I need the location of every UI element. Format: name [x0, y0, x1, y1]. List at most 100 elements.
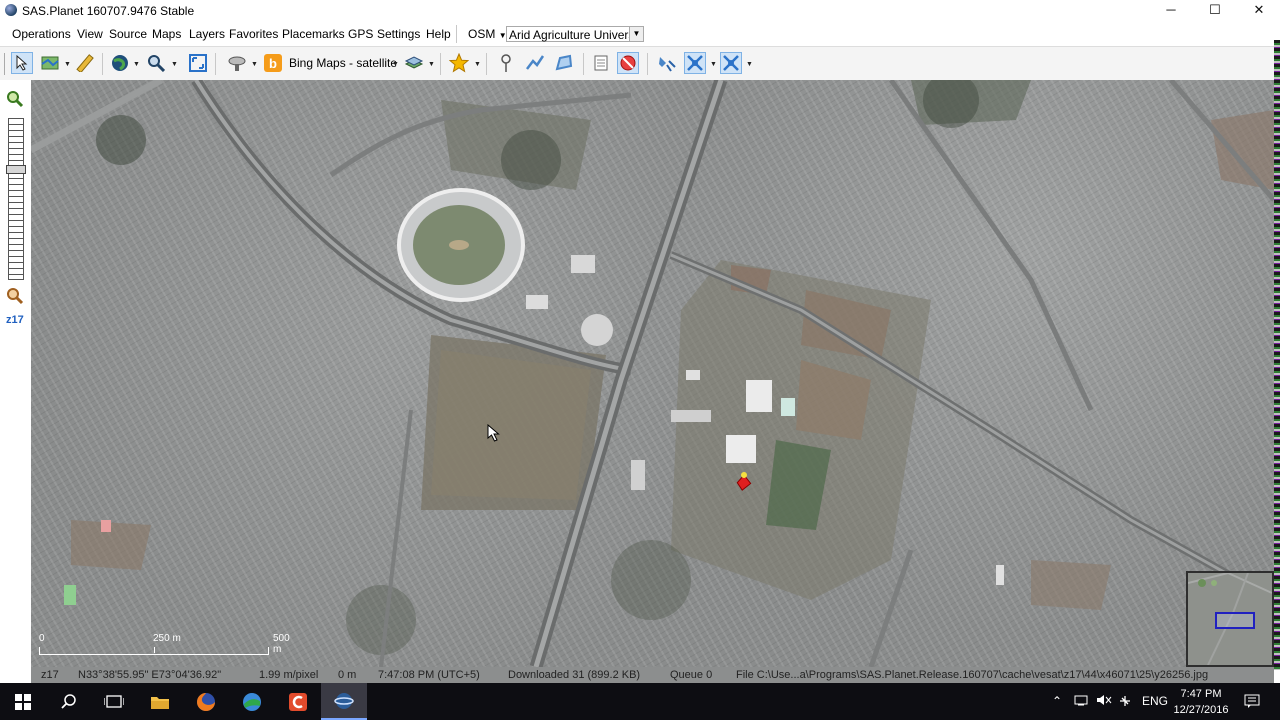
scale-zero-label: 0 [39, 633, 45, 644]
status-file-path: File C:\Use...a\Programs\SAS.Planet.Rele… [736, 669, 1209, 681]
chevron-down-icon[interactable]: ▼ [251, 61, 258, 68]
magnifier-icon[interactable] [145, 52, 167, 74]
clock-date: 12/27/2016 [1173, 704, 1229, 716]
bing-maps-icon[interactable]: b [262, 52, 284, 74]
zoom-slider[interactable] [8, 118, 24, 280]
osm-label: OSM [468, 27, 496, 41]
network-icon[interactable] [1074, 694, 1088, 709]
menu-bar: Operations View Source Maps Layers Favor… [0, 23, 1280, 45]
status-bar: z17 N33°38'55.95" E73°04'36.92" 1.99 m/p… [31, 667, 1274, 683]
task-view-icon[interactable] [91, 683, 137, 720]
windows-start-icon[interactable] [0, 683, 46, 720]
zoom-out-icon[interactable] [6, 287, 24, 308]
menu-favorites[interactable]: Favorites [229, 27, 278, 41]
mini-map-imagery [1187, 571, 1273, 666]
app-globe-icon [5, 4, 17, 16]
status-resolution: 1.99 m/pixel [259, 669, 319, 681]
gps-center-icon[interactable] [720, 52, 742, 74]
map-source-label[interactable]: Bing Maps - satellite [289, 56, 397, 70]
chevron-down-icon[interactable]: ▼ [171, 61, 178, 68]
sas-planet-taskbar-icon[interactable] [321, 683, 367, 720]
status-queue: Queue 0 [670, 669, 713, 681]
background-window-edge [1274, 40, 1280, 670]
status-time: 7:47:08 PM (UTC+5) [378, 669, 480, 681]
toolbar-separator [486, 53, 487, 75]
layers-icon[interactable] [403, 52, 425, 74]
chevron-down-icon[interactable]: ▼ [428, 61, 435, 68]
chevron-down-icon[interactable]: ▼ [474, 61, 481, 68]
mini-map[interactable] [1186, 571, 1274, 667]
chevron-down-icon[interactable]: ▼ [133, 61, 140, 68]
path-icon[interactable] [524, 52, 546, 74]
satellite-map[interactable]: 0 250 m 500 m [31, 80, 1274, 667]
menu-help[interactable]: Help [426, 27, 451, 41]
scale-tick [154, 647, 155, 653]
chevron-down-icon[interactable]: ▼ [392, 61, 399, 68]
osm-menu[interactable]: OSM ▼ [468, 27, 507, 43]
zoom-in-icon[interactable] [6, 90, 24, 111]
mouse-cursor-icon [487, 424, 500, 442]
favorites-star-icon[interactable] [448, 52, 470, 74]
search-combobox[interactable]: Arid Agriculture Universi ▼ [506, 26, 644, 42]
firefox-icon[interactable] [183, 683, 229, 720]
ruler-icon[interactable] [74, 52, 96, 74]
toolbar-separator [102, 53, 103, 75]
placemark-pin-icon[interactable] [495, 52, 517, 74]
fullscreen-icon[interactable] [187, 52, 209, 74]
globe-icon[interactable] [109, 52, 131, 74]
menu-source[interactable]: Source [109, 27, 147, 41]
search-icon[interactable] [46, 683, 92, 720]
zoom-slider-handle[interactable] [6, 165, 26, 174]
maximize-button[interactable]: ☐ [1192, 0, 1238, 22]
placemarks-list-icon[interactable] [590, 52, 612, 74]
menu-view[interactable]: View [77, 27, 103, 41]
menu-layers[interactable]: Layers [189, 27, 225, 41]
scale-bar: 0 250 m 500 m [37, 633, 290, 659]
toolbar: ▼ ▼ ▼ ▼ b Bing Maps - satellite ▼ ▼ ▼ ▼ … [0, 46, 1276, 81]
minimize-button[interactable]: ─ [1148, 0, 1194, 22]
status-zoom: z17 [41, 669, 59, 681]
chevron-down-icon[interactable]: ▼ [746, 61, 753, 68]
close-button[interactable]: ✕ [1236, 0, 1280, 22]
power-plug-icon[interactable] [1118, 694, 1132, 711]
gps-connect-icon[interactable] [656, 52, 678, 74]
menu-gps[interactable]: GPS [348, 27, 373, 41]
window-title: SAS.Planet 160707.9476 Stable [22, 4, 195, 18]
taskbar-clock[interactable]: 7:47 PM 12/27/2016 [1172, 686, 1230, 718]
notifications-icon[interactable] [1244, 694, 1260, 711]
menu-settings[interactable]: Settings [377, 27, 420, 41]
hide-placemarks-icon[interactable] [617, 52, 639, 74]
volume-muted-icon[interactable] [1096, 694, 1112, 709]
menu-placemarks[interactable]: Placemarks [282, 27, 345, 41]
map-imagery [31, 80, 1274, 667]
zoom-panel: z17 [0, 80, 31, 667]
toolbar-separator [440, 53, 441, 75]
google-earth-icon[interactable] [229, 683, 275, 720]
status-coordinates: N33°38'55.95" E73°04'36.92" [78, 669, 222, 681]
toolbar-separator [215, 53, 216, 75]
chevron-down-icon[interactable]: ▼ [629, 27, 643, 41]
scale-mid-label: 250 m [153, 633, 181, 644]
scale-end-label: 500 m [273, 633, 290, 655]
chevron-down-icon[interactable]: ▼ [64, 61, 71, 68]
chevron-up-icon[interactable]: ⌃ [1052, 694, 1062, 708]
map-select-icon[interactable] [39, 52, 61, 74]
chevron-down-icon[interactable]: ▼ [710, 61, 717, 68]
satellite-dish-icon[interactable] [226, 52, 248, 74]
toolbar-separator [583, 53, 584, 75]
polygon-icon[interactable] [553, 52, 575, 74]
menu-maps[interactable]: Maps [152, 27, 181, 41]
language-indicator[interactable]: ENG [1142, 694, 1168, 708]
gps-track-icon[interactable] [684, 52, 706, 74]
pointer-tool-icon[interactable] [11, 52, 33, 74]
status-downloaded: Downloaded 31 (899.2 KB) [508, 669, 641, 681]
menu-operations[interactable]: Operations [12, 27, 71, 41]
camtasia-icon[interactable] [275, 683, 321, 720]
file-explorer-icon[interactable] [137, 683, 183, 720]
title-bar: SAS.Planet 160707.9476 Stable ─ ☐ ✕ [0, 0, 1280, 22]
status-distance: 0 m [338, 669, 357, 681]
clock-time: 7:47 PM [1180, 688, 1222, 700]
toolbar-separator [647, 53, 648, 75]
svg-text:b: b [269, 56, 277, 71]
menu-separator [456, 25, 457, 43]
